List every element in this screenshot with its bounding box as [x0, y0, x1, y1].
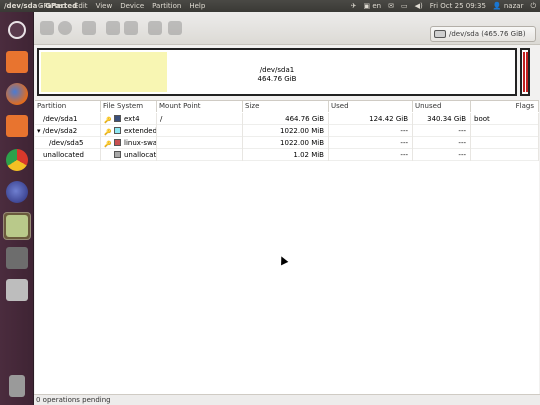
- cell-mount: /: [160, 115, 163, 123]
- table-row[interactable]: /dev/sda5 🔑 linux-swap 1022.00 MiB --- ---: [35, 137, 539, 149]
- clock[interactable]: Fri Oct 25 09:35: [430, 0, 486, 12]
- col-filesystem[interactable]: File System: [101, 101, 157, 112]
- battery-icon[interactable]: ▭: [401, 0, 408, 12]
- disk-map[interactable]: /dev/sda1 464.76 GiB: [37, 48, 517, 96]
- disk-map-partition: /dev/sda1: [259, 66, 295, 74]
- keyboard-layout[interactable]: ▣ en: [364, 0, 382, 12]
- mail-icon[interactable]: ✉: [388, 0, 394, 12]
- col-mountpoint[interactable]: Mount Point: [157, 101, 243, 112]
- cell-partition: unallocated: [43, 151, 84, 159]
- top-panel: /dev/sda - GParted GParted Edit View Dev…: [0, 0, 540, 12]
- cell-size: 1022.00 MiB: [280, 139, 324, 147]
- drive-icon: [434, 30, 446, 38]
- cell-size: 464.76 GiB: [285, 115, 324, 123]
- cell-partition: /dev/sda5: [49, 139, 84, 147]
- system-tray: ✈ ▣ en ✉ ▭ ◀) Fri Oct 25 09:35 👤 nazar ⏻: [351, 0, 536, 12]
- table-row[interactable]: ▾ /dev/sda2 🔑 extended 1022.00 MiB --- ---: [35, 125, 539, 137]
- fs-color-swatch: [114, 127, 121, 134]
- cell-size: 1022.00 MiB: [280, 127, 324, 135]
- swap-segment: [523, 52, 525, 92]
- cell-size: 1.02 MiB: [293, 151, 324, 159]
- chrome-icon[interactable]: [3, 146, 31, 174]
- menu-device[interactable]: Device: [120, 0, 144, 12]
- terminal-icon[interactable]: [3, 244, 31, 272]
- cell-used: ---: [400, 139, 408, 147]
- partition-table: Partition File System Mount Point Size U…: [35, 100, 539, 404]
- status-bar: 0 operations pending: [34, 394, 540, 405]
- cell-partition: /dev/sda1: [43, 115, 78, 123]
- fs-color-swatch: [114, 115, 121, 122]
- trash-icon[interactable]: [3, 372, 31, 400]
- cell-used: ---: [400, 151, 408, 159]
- gparted-window: /dev/sda (465.76 GiB) /dev/sda1 464.76 G…: [34, 12, 540, 405]
- cell-partition: /dev/sda2: [42, 127, 78, 135]
- menu-partition[interactable]: Partition: [152, 0, 181, 12]
- cell-unused: 340.34 GiB: [427, 115, 466, 123]
- cell-flags: boot: [474, 115, 490, 123]
- cell-fs: ext4: [124, 115, 140, 123]
- key-icon: 🔑: [104, 117, 112, 124]
- paste-icon[interactable]: [124, 21, 138, 35]
- col-unused[interactable]: Unused: [413, 101, 471, 112]
- col-used[interactable]: Used: [329, 101, 413, 112]
- toolbar: /dev/sda (465.76 GiB): [34, 12, 540, 45]
- keyboard-layout-label: en: [372, 2, 382, 10]
- volume-icon[interactable]: ◀): [415, 0, 423, 12]
- table-row[interactable]: /dev/sda1 🔑 ext4 / 464.76 GiB 124.42 GiB 340.3…: [35, 113, 539, 125]
- swap-segment: [526, 52, 528, 92]
- table-row[interactable]: unallocated unallocated 1.02 MiB --- ---: [35, 149, 539, 161]
- col-partition[interactable]: Partition: [35, 101, 101, 112]
- menubar: GParted Edit View Device Partition Help: [38, 0, 205, 12]
- cell-unused: ---: [458, 151, 466, 159]
- copy-icon[interactable]: [106, 21, 120, 35]
- fs-color-swatch: [114, 151, 121, 158]
- cell-used: 124.42 GiB: [369, 115, 408, 123]
- power-icon[interactable]: ⏻: [530, 0, 536, 12]
- disk-map-size: 464.76 GiB: [257, 75, 297, 83]
- delete-icon[interactable]: [58, 21, 72, 35]
- cell-unused: ---: [458, 139, 466, 147]
- software-center-icon[interactable]: [3, 112, 31, 140]
- apply-icon[interactable]: [168, 21, 182, 35]
- col-size[interactable]: Size: [243, 101, 329, 112]
- user-name: nazar: [503, 2, 524, 10]
- menu-edit[interactable]: Edit: [74, 0, 88, 12]
- menu-help[interactable]: Help: [189, 0, 205, 12]
- key-icon: 🔑: [104, 141, 112, 148]
- menu-gparted[interactable]: GParted: [38, 0, 66, 12]
- status-text: 0 operations pending: [36, 396, 111, 404]
- key-icon: [104, 151, 111, 158]
- key-icon: 🔑: [104, 129, 112, 136]
- cell-fs: linux-swap: [124, 139, 157, 147]
- network-icon[interactable]: ✈: [351, 0, 357, 12]
- col-flags[interactable]: Flags: [471, 101, 539, 112]
- cell-fs: unallocated: [124, 151, 157, 159]
- fs-color-swatch: [114, 139, 121, 146]
- drive-icon[interactable]: [3, 276, 31, 304]
- device-selector[interactable]: /dev/sda (465.76 GiB): [430, 26, 536, 42]
- gparted-icon[interactable]: [3, 212, 31, 240]
- cell-used: ---: [400, 127, 408, 135]
- firefox-icon[interactable]: [3, 80, 31, 108]
- disk-map-extended[interactable]: [520, 48, 530, 96]
- undo-icon[interactable]: [148, 21, 162, 35]
- device-label: /dev/sda (465.76 GiB): [449, 30, 526, 38]
- user-menu[interactable]: 👤 nazar: [493, 0, 524, 12]
- new-partition-icon[interactable]: [40, 21, 54, 35]
- cell-unused: ---: [458, 127, 466, 135]
- menu-view[interactable]: View: [96, 0, 113, 12]
- ubuntu-dash-icon[interactable]: [3, 16, 31, 44]
- launcher: [0, 12, 34, 405]
- resize-icon[interactable]: [82, 21, 96, 35]
- cell-fs: extended: [124, 127, 157, 135]
- eclipse-icon[interactable]: [3, 178, 31, 206]
- files-icon[interactable]: [3, 48, 31, 76]
